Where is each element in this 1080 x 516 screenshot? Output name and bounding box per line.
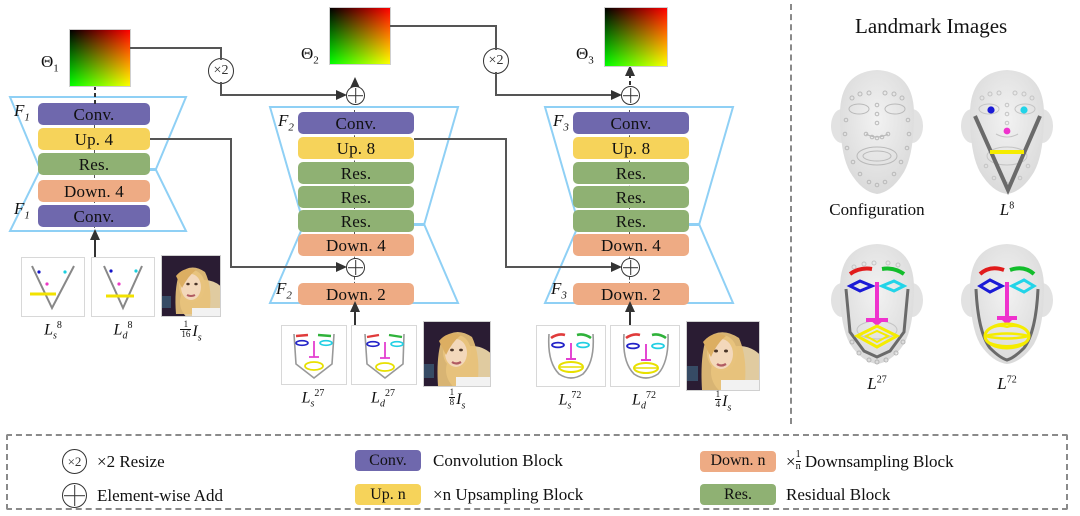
stage3-theta-map	[604, 7, 668, 67]
stage3-input-sketch-source	[536, 325, 606, 387]
wire-stage2-skip-v	[505, 138, 507, 268]
stage3-theta-label: Θ3	[576, 44, 594, 67]
stage1-theta-map	[69, 29, 131, 87]
stage1-block-up[interactable]: Up. 4	[38, 128, 150, 150]
panel-divider	[790, 4, 792, 424]
stage1-input-sketch-driving-caption: Ld8	[113, 320, 133, 342]
stage1-input-sketch-source	[21, 257, 85, 317]
stage1-theta-label: Θ1	[41, 52, 59, 75]
legend-add-icon	[62, 483, 87, 508]
stage1-block-down[interactable]: Down. 4	[38, 180, 150, 202]
stage3-input-photo	[686, 321, 760, 391]
stage1-input-photo	[161, 255, 221, 317]
wire-theta1-to-resize	[130, 47, 221, 49]
wire-resize1-to-stage2-add	[220, 94, 340, 96]
legend-resize-icon: ×2	[62, 449, 87, 474]
right-panel-title: Landmark Images	[855, 14, 1008, 38]
stage2-block-conv[interactable]: Conv.	[298, 112, 414, 134]
wire-stage1-skip-v	[230, 138, 232, 268]
legend-conv-chip: Conv.	[355, 450, 421, 471]
stage1-block-res[interactable]: Res.	[38, 153, 150, 175]
stage1-input-photo-caption: 1 16 Is	[180, 319, 202, 344]
stage1-decoder-label: F1	[14, 101, 30, 124]
legend-up-text: ×n Upsampling Block	[433, 484, 584, 504]
stage2-input-sketch-driving-caption: Ld27	[371, 388, 395, 410]
wire-stage2-skip-h1	[414, 138, 507, 140]
stage2-input-sketch-source	[281, 325, 347, 385]
stage2-block-down-4[interactable]: Down. 4	[298, 234, 414, 256]
stage2-encoder-label: F2	[276, 279, 292, 302]
legend-up-chip: Up. n	[355, 484, 421, 505]
stage2-input-sketch-source-caption: Ls27	[301, 388, 325, 410]
legend-item-conv: Conv. Convolution Block	[355, 450, 563, 471]
stage1-block-conv-bottom[interactable]: Conv.	[38, 205, 150, 227]
resize-op-1: ×2	[208, 58, 234, 84]
face-landmark-8-caption: L8	[999, 200, 1015, 219]
wire-stage1-skip-h2	[230, 266, 340, 268]
stage1-input-sketch-source-caption: Ls8	[44, 320, 62, 342]
arrowhead-stage3-add-bottom	[609, 260, 623, 279]
face-landmark-72-caption: L72	[997, 374, 1017, 393]
legend-item-res: Res. Residual Block	[700, 484, 890, 505]
stage2-block-res-3[interactable]: Res.	[298, 210, 414, 232]
arrowhead-stage3-add-top	[609, 88, 623, 107]
wire-resize2-out-v	[495, 72, 497, 94]
stage3-encoder-label: F3	[551, 279, 567, 302]
wire-resize1-in-v	[220, 47, 222, 60]
legend-resize-text: ×2 Resize	[97, 451, 165, 471]
diagram-root: F1 F1 Conv. Up. 4 Res. Down. 4 Conv. Θ1 …	[0, 0, 1080, 516]
arrowhead-stage2-add-bottom	[334, 260, 348, 279]
face-landmark-72	[942, 234, 1072, 385]
stage2-block-res-2[interactable]: Res.	[298, 186, 414, 208]
stage3-input-sketch-driving-caption: Ld72	[632, 390, 656, 412]
stage2-input-photo	[423, 321, 491, 387]
stage3-block-conv[interactable]: Conv.	[573, 112, 689, 134]
stage1-input-sketch-driving	[91, 257, 155, 317]
stage2-add-top	[346, 86, 365, 105]
face-configuration	[812, 58, 942, 209]
stage3-decoder-label: F3	[553, 111, 569, 134]
legend-item-down: Down. n × 1 n Downsampling Block	[700, 449, 954, 472]
legend-item-resize: ×2 ×2 Resize	[62, 449, 165, 474]
legend-item-up: Up. n ×n Upsampling Block	[355, 484, 583, 505]
stage3-input-sketch-driving	[610, 325, 680, 387]
stage2-input-photo-caption: 1 8 Is	[448, 387, 466, 412]
stage3-add-bottom	[621, 258, 640, 277]
stage3-block-down-4[interactable]: Down. 4	[573, 234, 689, 256]
stage2-block-up[interactable]: Up. 8	[298, 137, 414, 159]
stage3-input-photo-caption: 1 4 Is	[714, 389, 732, 414]
legend-down-text: × 1 n Downsampling Block	[786, 449, 954, 472]
stage3-block-res-2[interactable]: Res.	[573, 186, 689, 208]
face-landmark-8	[942, 58, 1072, 209]
stage3-block-res-3[interactable]: Res.	[573, 210, 689, 232]
stage2-theta-label: Θ2	[301, 44, 319, 67]
legend-res-chip: Res.	[700, 484, 776, 505]
wire-stage1-skip-h1	[150, 138, 232, 140]
wire-stage2-skip-h2	[505, 266, 615, 268]
legend-down-chip: Down. n	[700, 450, 776, 472]
stage3-block-res-1[interactable]: Res.	[573, 162, 689, 184]
stage3-add-top	[621, 86, 640, 105]
legend-item-add: Element-wise Add	[62, 483, 223, 508]
stage2-theta-map	[329, 7, 391, 65]
stage2-add-bottom	[346, 258, 365, 277]
stage2-input-sketch-driving	[351, 325, 417, 385]
legend-add-text: Element-wise Add	[97, 485, 224, 505]
resize-op-2: ×2	[483, 48, 509, 74]
stage1-encoder-label: F1	[14, 199, 30, 222]
wire-theta2-to-resize	[390, 25, 496, 27]
wire-resize2-in-v	[495, 25, 497, 50]
legend-res-text: Residual Block	[786, 484, 891, 504]
stage2-block-res-1[interactable]: Res.	[298, 162, 414, 184]
legend-conv-text: Convolution Block	[433, 450, 563, 470]
stage3-block-up[interactable]: Up. 8	[573, 137, 689, 159]
arrowhead-stage2-add-top	[334, 88, 348, 107]
wire-resize2-to-stage3-add	[495, 94, 615, 96]
stage3-input-sketch-source-caption: Ls72	[558, 390, 582, 412]
stage2-decoder-label: F2	[278, 111, 294, 134]
face-landmark-27	[812, 234, 942, 385]
